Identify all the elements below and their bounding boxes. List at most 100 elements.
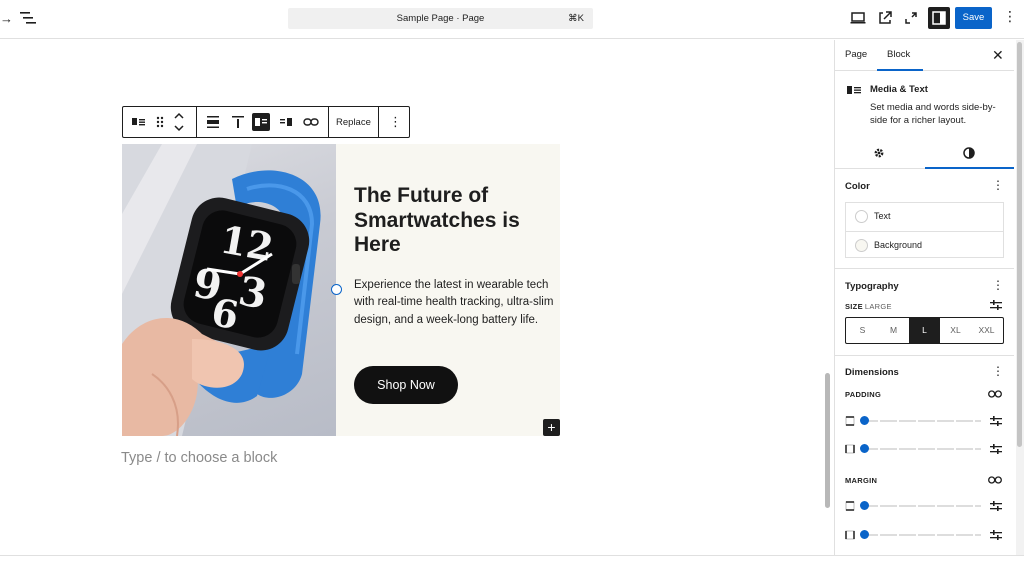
slider-thumb[interactable] <box>860 530 869 539</box>
command-palette[interactable]: Sample Page · Page ⌘K <box>288 8 593 29</box>
media-text-block-icon <box>847 86 861 94</box>
custom-value-icon[interactable] <box>990 501 1002 511</box>
active-subtab-indicator <box>925 167 1014 169</box>
dimensions-section-title: Dimensions <box>845 367 899 378</box>
desktop-preview-icon[interactable] <box>850 10 866 26</box>
size-option-l[interactable]: L <box>909 318 940 343</box>
block-card-description: Set media and words side-by-side for a r… <box>870 102 996 126</box>
text-color-label: Text <box>874 211 891 221</box>
active-tab-indicator <box>877 69 923 71</box>
redo-icon[interactable]: → <box>0 11 13 26</box>
tab-block[interactable]: Block <box>887 49 910 60</box>
settings-sidebar-toggle[interactable] <box>928 7 950 29</box>
bottom-bar <box>0 555 1024 571</box>
sidebar-subtabs <box>835 138 1014 169</box>
toolbar-separator <box>196 107 197 137</box>
smartwatch-illustration: 12 9 3 6 <box>122 144 321 436</box>
typography-options-icon[interactable]: ⋮ <box>992 278 1004 292</box>
unlink-sides-icon[interactable] <box>988 389 1002 399</box>
margin-horizontal-slider[interactable] <box>845 528 1005 542</box>
size-option-xl[interactable]: XL <box>940 318 971 343</box>
text-color-control[interactable]: Text <box>846 203 1003 231</box>
sidebar-icon <box>932 11 946 25</box>
size-label-text: SIZE <box>845 302 863 311</box>
slider-track[interactable] <box>861 505 981 507</box>
add-block-button[interactable]: + <box>543 419 560 436</box>
size-option-xxl[interactable]: XXL <box>971 318 1002 343</box>
replace-button[interactable]: Replace <box>336 117 371 128</box>
background-color-label: Background <box>874 240 923 250</box>
slider-thumb[interactable] <box>860 444 869 453</box>
block-card-title: Media & Text <box>870 84 928 95</box>
side-horizontal-icon <box>845 444 855 454</box>
canvas-scrollbar[interactable] <box>825 373 830 508</box>
section-divider <box>835 268 1014 269</box>
gear-icon[interactable] <box>873 147 885 159</box>
close-icon[interactable]: ✕ <box>992 47 1004 64</box>
side-horizontal-icon <box>845 530 855 540</box>
slider-track[interactable] <box>861 448 981 450</box>
link-icon[interactable] <box>302 113 320 131</box>
slider-thumb[interactable] <box>860 416 869 425</box>
media-left-icon <box>255 118 267 126</box>
media-width-handle[interactable] <box>331 284 342 295</box>
drag-handle-icon[interactable] <box>151 113 169 131</box>
text-color-swatch <box>855 210 868 223</box>
color-section-title: Color <box>845 181 870 192</box>
typography-section-title: Typography <box>845 281 899 292</box>
sidebar-tabs: Page Block ✕ <box>835 40 1014 71</box>
save-button[interactable]: Save <box>955 7 992 29</box>
dimensions-options-icon[interactable]: ⋮ <box>992 364 1004 378</box>
tab-page[interactable]: Page <box>845 49 867 60</box>
color-options-icon[interactable]: ⋮ <box>992 178 1004 192</box>
padding-vertical-slider[interactable] <box>845 414 1005 428</box>
margin-label: MARGIN <box>845 476 878 485</box>
fullscreen-icon[interactable] <box>903 10 919 26</box>
move-up-down-icon[interactable] <box>170 110 188 134</box>
document-title: Sample Page · Page <box>396 13 485 24</box>
hero-heading[interactable]: The Future of Smartwatches is Here <box>354 184 554 258</box>
slider-track[interactable] <box>861 534 981 536</box>
media-text-block-icon[interactable] <box>130 113 148 131</box>
options-more-icon[interactable]: ⋮ <box>1003 9 1017 23</box>
side-vertical-icon <box>845 501 855 511</box>
toolbar-separator <box>328 107 329 137</box>
slider-thumb[interactable] <box>860 501 869 510</box>
padding-horizontal-slider[interactable] <box>845 442 1005 456</box>
custom-value-icon[interactable] <box>990 416 1002 426</box>
custom-value-icon[interactable] <box>990 444 1002 454</box>
margin-vertical-slider[interactable] <box>845 499 1005 513</box>
media-right-icon[interactable] <box>277 113 295 131</box>
document-overview-icon[interactable] <box>20 11 36 25</box>
toolbar-separator <box>378 107 379 137</box>
background-color-control[interactable]: Background <box>846 231 1003 259</box>
media-left-button[interactable] <box>252 113 270 131</box>
sidebar-scrollbar[interactable] <box>1017 42 1022 447</box>
color-options: Text Background <box>845 202 1004 258</box>
padding-label: PADDING <box>845 390 882 399</box>
block-options-icon[interactable]: ⋮ <box>389 114 402 130</box>
custom-value-icon[interactable] <box>990 530 1002 540</box>
slider-track[interactable] <box>861 420 981 422</box>
top-toolbar: → Sample Page · Page ⌘K Save ⋮ <box>0 0 1024 39</box>
unlink-sides-icon[interactable] <box>988 475 1002 485</box>
font-size-settings-icon[interactable] <box>990 300 1002 310</box>
block-placeholder[interactable]: Type / to choose a block <box>121 450 277 466</box>
size-value: LARGE <box>864 302 892 311</box>
view-page-icon[interactable] <box>877 10 893 26</box>
align-vertical-icon[interactable] <box>204 113 222 131</box>
size-option-s[interactable]: S <box>847 318 878 343</box>
hero-description[interactable]: Experience the latest in wearable tech w… <box>354 277 554 329</box>
section-divider <box>835 355 1014 356</box>
font-size-picker: S M L XL XXL <box>845 317 1004 344</box>
svg-text:12: 12 <box>217 216 277 270</box>
side-vertical-icon <box>845 416 855 426</box>
size-option-m[interactable]: M <box>878 318 909 343</box>
styles-icon[interactable] <box>963 147 975 159</box>
shortcut-hint: ⌘K <box>568 13 584 24</box>
smartwatch-image[interactable]: 12 9 3 6 <box>122 144 336 436</box>
align-top-icon[interactable] <box>229 113 247 131</box>
shop-now-button[interactable]: Shop Now <box>354 366 458 404</box>
settings-sidebar: Page Block ✕ Media & Text Set media and … <box>834 40 1014 555</box>
size-label: SIZE LARGE <box>845 302 892 311</box>
